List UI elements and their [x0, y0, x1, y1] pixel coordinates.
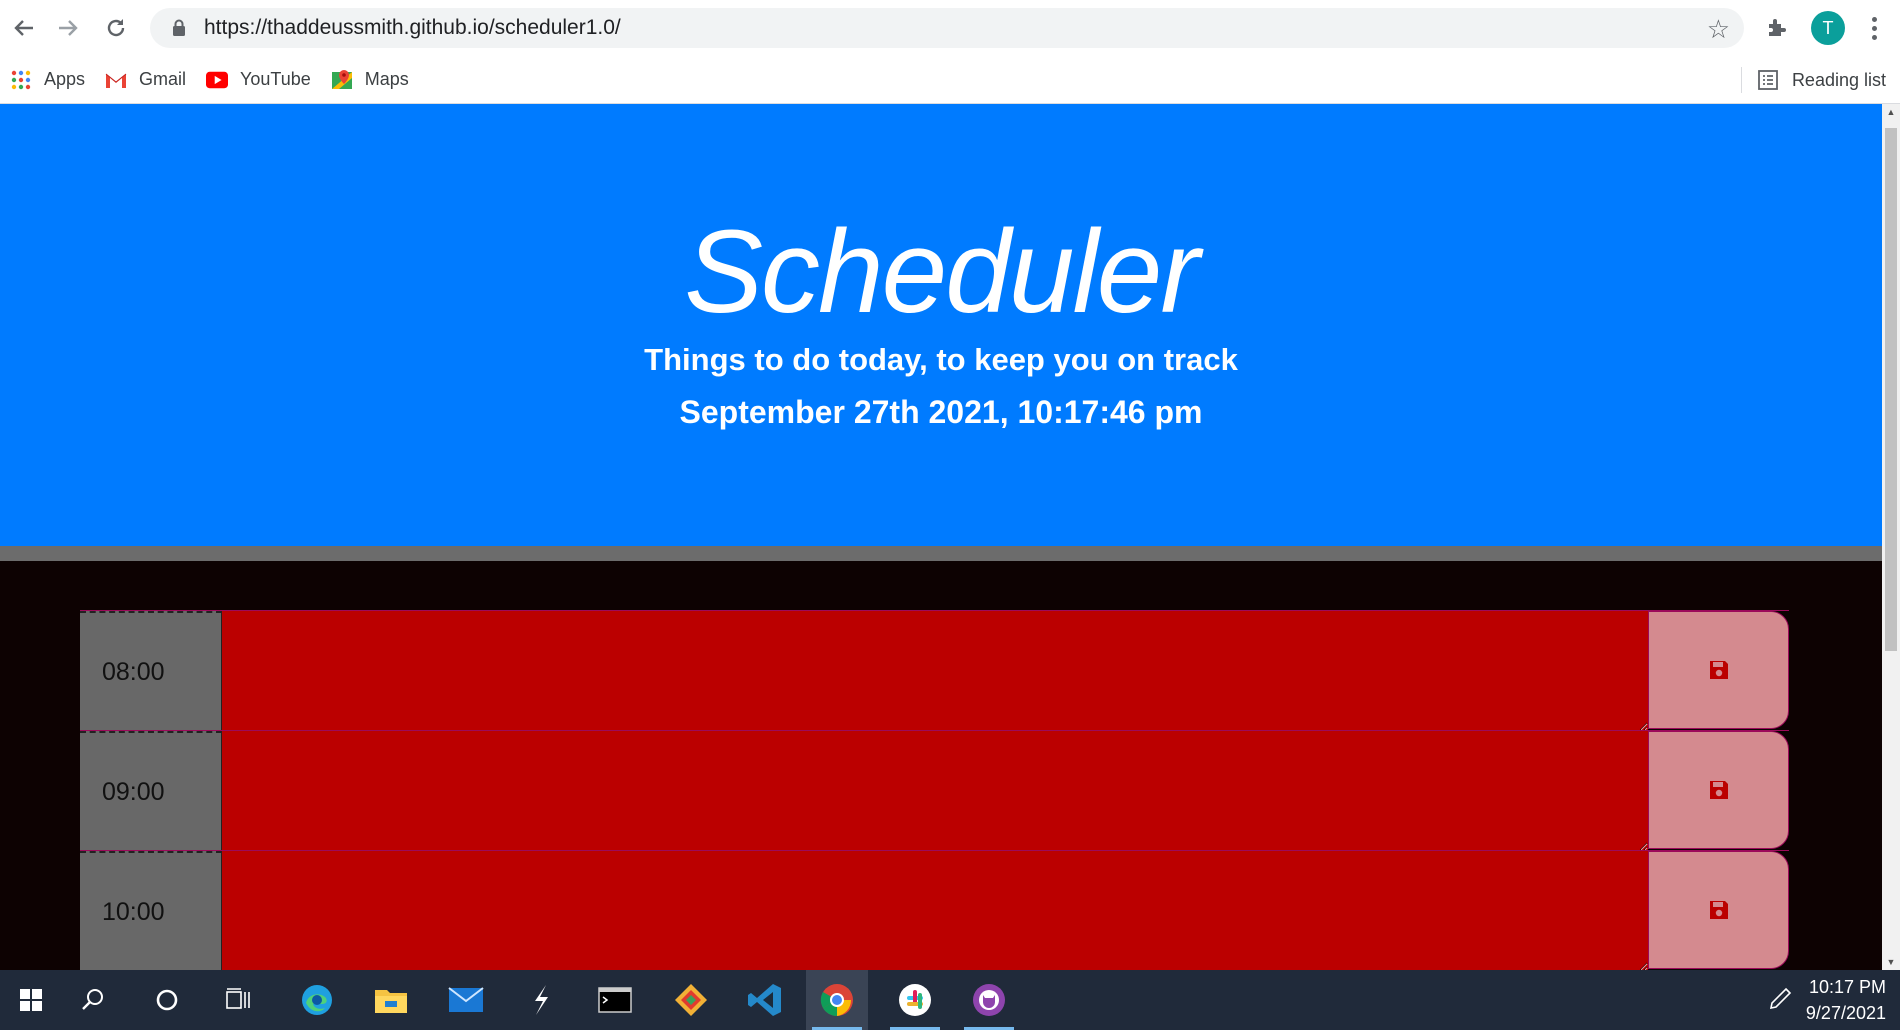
reading-list-icon [1758, 70, 1778, 90]
git-gui-icon[interactable] [660, 970, 722, 1030]
github-desktop-icon[interactable] [958, 970, 1020, 1030]
time-block-row: 08:00 [80, 610, 1789, 731]
slack-icon[interactable] [884, 970, 946, 1030]
bookmarks-divider [1740, 67, 1742, 93]
page-title: Scheduler [684, 206, 1199, 338]
floppy-disk-icon [1709, 661, 1728, 679]
edge-browser-icon[interactable] [286, 970, 348, 1030]
youtube-icon [206, 69, 229, 91]
windows-start-icon[interactable] [0, 970, 62, 1030]
pen-workspace-icon[interactable] [1765, 984, 1795, 1014]
hour-label: 08:00 [80, 611, 222, 731]
floppy-disk-icon [1709, 781, 1728, 799]
time-block-row: 10:00 [80, 850, 1789, 970]
forward-arrow-icon [59, 20, 78, 36]
forward-button[interactable] [44, 4, 92, 52]
header-divider [0, 546, 1882, 561]
event-description-input[interactable] [222, 611, 1648, 731]
app-s-icon[interactable] [510, 970, 572, 1030]
lock-icon [168, 17, 190, 39]
scrollbar-thumb[interactable] [1885, 128, 1897, 651]
bookmarks-bar: Apps Gmail YouTube Maps Reading list [0, 56, 1900, 104]
more-menu-icon[interactable] [1862, 11, 1886, 45]
vscode-icon[interactable] [734, 970, 796, 1030]
chrome-icon[interactable] [806, 970, 868, 1030]
hour-label: 09:00 [80, 731, 222, 851]
bookmark-youtube[interactable]: YouTube [196, 62, 321, 98]
file-explorer-icon[interactable] [360, 970, 422, 1030]
save-button[interactable] [1648, 851, 1789, 969]
scroll-down-arrow-icon[interactable]: ▼ [1882, 954, 1900, 970]
back-arrow-icon [14, 20, 33, 36]
reload-button[interactable] [92, 4, 140, 52]
extensions-puzzle-icon[interactable] [1760, 11, 1794, 45]
back-button[interactable] [0, 4, 48, 52]
current-datetime: September 27th 2021, 10:17:46 pm [679, 394, 1203, 430]
clock-date: 9/27/2021 [1805, 1003, 1886, 1023]
floppy-disk-icon [1709, 901, 1728, 919]
save-button[interactable] [1648, 731, 1789, 849]
search-icon[interactable] [62, 970, 124, 1030]
apps-grid-icon [10, 69, 32, 91]
bookmark-gmail[interactable]: Gmail [95, 62, 196, 98]
hour-label: 10:00 [80, 851, 222, 970]
reload-icon [107, 19, 125, 37]
page-scrollbar[interactable]: ▲ ▼ [1882, 104, 1900, 970]
gmail-icon [105, 69, 127, 91]
task-view-icon[interactable] [208, 970, 270, 1030]
cortana-icon[interactable] [136, 970, 198, 1030]
bookmark-label: Apps [44, 69, 86, 89]
clock-time: 10:17 PM [1808, 977, 1886, 997]
maps-icon [331, 69, 353, 91]
browser-toolbar: https://thaddeussmith.github.io/schedule… [0, 0, 1900, 56]
bookmark-label: YouTube [240, 69, 311, 89]
event-description-input[interactable] [222, 731, 1648, 851]
terminal-icon[interactable] [584, 970, 646, 1030]
bookmark-maps[interactable]: Maps [321, 62, 419, 98]
bookmark-apps[interactable]: Apps [0, 62, 95, 98]
mail-icon[interactable] [435, 970, 497, 1030]
bookmark-label: Gmail [139, 69, 187, 89]
scroll-up-arrow-icon[interactable]: ▲ [1882, 104, 1900, 120]
address-bar[interactable]: https://thaddeussmith.github.io/schedule… [150, 8, 1744, 48]
bookmark-label: Maps [364, 69, 409, 89]
page-viewport: Scheduler Things to do today, to keep yo… [0, 104, 1882, 970]
windows-taskbar: 10:17 PM 9/27/2021 [0, 970, 1900, 1030]
bookmark-star-icon[interactable]: ☆ [1707, 14, 1730, 45]
profile-avatar[interactable]: T [1811, 11, 1845, 45]
system-clock[interactable]: 10:17 PM 9/27/2021 [1806, 974, 1886, 1026]
page-subtitle: Things to do today, to keep you on track [644, 342, 1238, 377]
save-button[interactable] [1648, 611, 1789, 729]
schedule-rows: 08:00 09:00 10:00 [80, 610, 1789, 970]
time-block-row: 09:00 [80, 730, 1789, 851]
event-description-input[interactable] [222, 851, 1648, 970]
reading-list-button[interactable]: Reading list [1740, 62, 1886, 98]
url-text: https://thaddeussmith.github.io/schedule… [204, 16, 621, 39]
reading-list-label: Reading list [1791, 69, 1886, 90]
page-header: Scheduler Things to do today, to keep yo… [0, 104, 1882, 546]
